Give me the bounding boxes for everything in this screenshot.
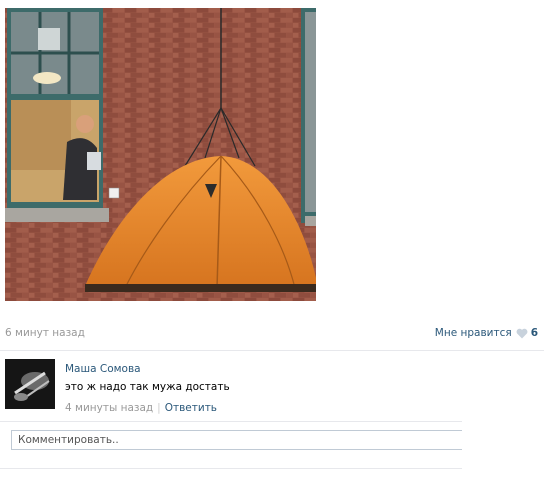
comment-composer[interactable] [11,430,462,450]
like-count: 6 [530,327,538,339]
comment-author[interactable]: Маша Сомова [65,363,141,375]
footer-separator: | [157,402,161,414]
avatar-image [5,359,55,409]
divider [0,421,462,422]
comment-text: это ж надо так мужа достать [65,381,230,393]
comment-input[interactable] [12,431,462,449]
post-timestamp[interactable]: 6 минут назад [5,327,85,339]
comment-item: Маша Сомова это ж надо так мужа достать … [5,359,538,419]
tent-photo-illustration [5,8,316,301]
reply-link[interactable]: Ответить [165,402,217,414]
comment-footer: 4 минуты назад | Ответить [65,402,217,414]
like-label: Мне нравится [434,327,512,339]
divider [0,468,462,469]
comment-time[interactable]: 4 минуты назад [65,402,153,414]
post-meta: 6 минут назад Мне нравится 6 [5,327,538,341]
like-button[interactable]: Мне нравится 6 [435,327,538,339]
divider [0,350,544,351]
post-photo[interactable] [5,8,316,301]
avatar[interactable] [5,359,55,409]
heart-icon [516,328,528,338]
